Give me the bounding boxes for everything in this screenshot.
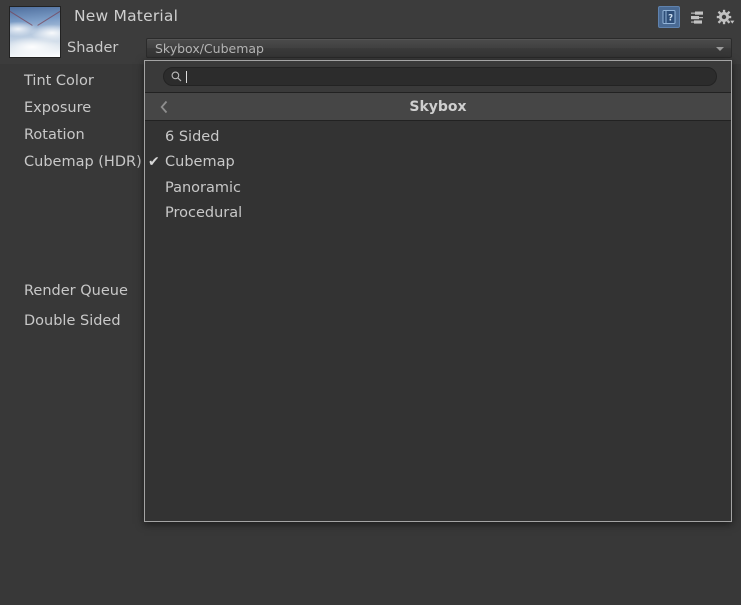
shader-option-item[interactable]: ✔ Cubemap: [145, 150, 731, 176]
help-icon[interactable]: ?: [658, 6, 680, 28]
shader-option-item[interactable]: Panoramic: [145, 175, 731, 201]
shader-option-item[interactable]: Procedural: [145, 201, 731, 227]
property-label: Double Sided: [24, 313, 121, 329]
shader-selector-popup: Skybox 6 Sided ✔ Cubemap Panoramic Procedura…: [144, 60, 732, 522]
svg-text:?: ?: [668, 13, 673, 23]
gear-icon[interactable]: [714, 6, 736, 28]
material-name-label: New Material: [74, 7, 179, 25]
shader-option-list: 6 Sided ✔ Cubemap Panoramic Procedural: [145, 122, 731, 521]
property-label: Cubemap (HDR): [24, 154, 142, 170]
search-input[interactable]: [163, 67, 717, 86]
property-label: Render Queue: [24, 283, 128, 299]
shader-dropdown-value: Skybox/Cubemap: [155, 41, 264, 56]
search-icon-glyph: [171, 71, 182, 82]
popup-title-label: Skybox: [409, 98, 467, 115]
material-preview-thumbnail[interactable]: [9, 6, 61, 58]
property-label: Rotation: [24, 127, 85, 143]
help-icon-glyph: ?: [662, 10, 676, 24]
popup-search-bar: [145, 61, 731, 93]
preset-icon[interactable]: [686, 6, 708, 28]
shader-option-item[interactable]: 6 Sided: [145, 124, 731, 150]
shader-option-label: Panoramic: [165, 179, 242, 196]
shader-option-label: 6 Sided: [165, 128, 220, 145]
inspector-window: New Material Shader ? Skybox/Cubemap Tin…: [0, 0, 741, 605]
chevron-left-icon[interactable]: [153, 93, 175, 120]
popup-title-bar: Skybox: [145, 93, 731, 121]
property-label: Tint Color: [24, 73, 94, 89]
check-icon: ✔: [148, 154, 160, 171]
search-icon: [171, 71, 182, 82]
chevron-left-icon-glyph: [160, 100, 167, 113]
property-label: Exposure: [24, 100, 92, 116]
shader-field-label: Shader: [67, 40, 119, 56]
header-icon-group: ?: [658, 5, 736, 29]
search-input-field[interactable]: [187, 69, 716, 84]
shader-option-label: Cubemap: [165, 154, 235, 171]
chevron-down-icon: [716, 47, 724, 51]
shader-dropdown-field[interactable]: Skybox/Cubemap: [146, 38, 732, 58]
preset-icon-glyph: [690, 11, 703, 24]
gear-icon-glyph: [716, 9, 734, 24]
shader-option-label: Procedural: [165, 205, 243, 222]
